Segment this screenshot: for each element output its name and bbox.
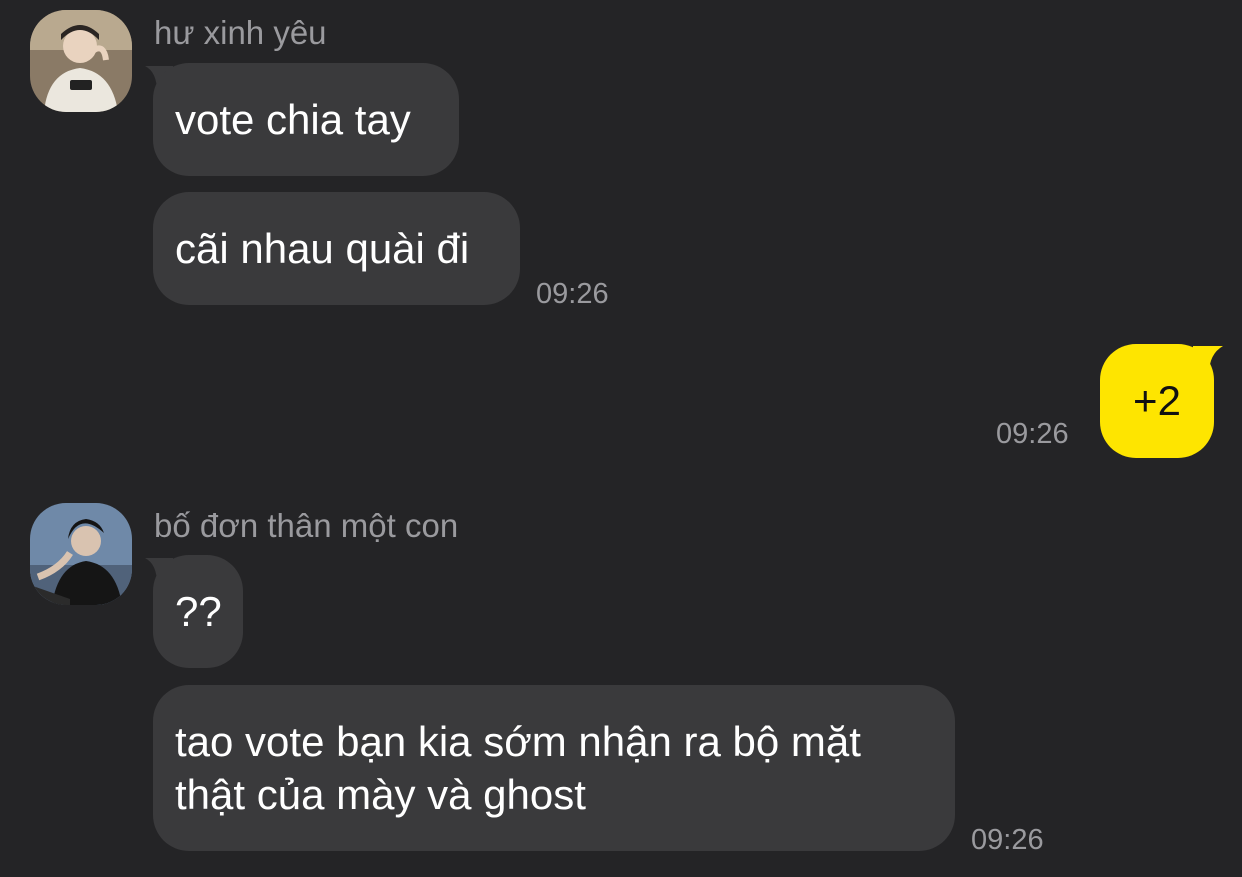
message-bubble[interactable]: vote chia tay — [153, 63, 459, 176]
chat-view: hư xinh yêu vote chia tay cãi nhau quài … — [0, 0, 1242, 877]
message-bubble[interactable]: tao vote bạn kia sớm nhận ra bộ mặt thật… — [153, 685, 955, 851]
message-timestamp: 09:26 — [536, 278, 609, 310]
sender-avatar[interactable] — [30, 503, 132, 605]
message-timestamp: 09:26 — [996, 418, 1069, 450]
sender-name: bố đơn thân một con — [154, 507, 459, 544]
message-bubble[interactable]: cãi nhau quài đi — [153, 192, 520, 305]
message-bubble[interactable]: ?? — [153, 555, 243, 668]
message-bubble-outgoing[interactable]: +2 — [1100, 344, 1214, 458]
sender-name: hư xinh yêu — [154, 14, 327, 51]
avatar-photo-icon — [30, 10, 132, 112]
avatar-photo-icon — [30, 503, 132, 605]
message-timestamp: 09:26 — [971, 824, 1044, 856]
sender-avatar[interactable] — [30, 10, 132, 112]
